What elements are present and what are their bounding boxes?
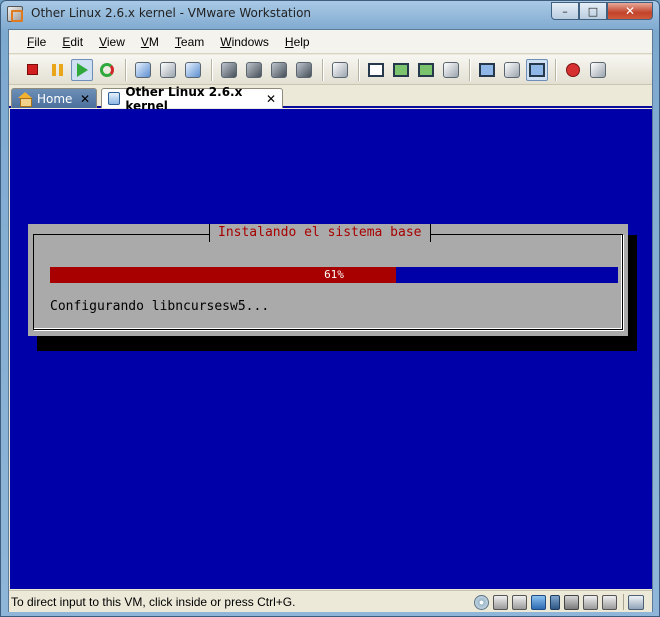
tab-home[interactable]: Home ✕ [11,88,97,108]
installer-dialog-frame: 61% Configurando libncursesw5... [33,234,623,330]
quick-switch-icon [418,62,434,77]
toolbar-separator [211,58,212,81]
toolbar [9,55,652,85]
usb-icon[interactable] [550,594,560,610]
reset-button[interactable] [96,59,118,81]
toolbar-separator [555,58,556,81]
maximize-button[interactable]: □ [579,2,607,20]
sound-icon[interactable] [564,594,579,610]
team-button[interactable] [218,59,240,81]
team-icon [221,61,237,78]
serial-port-icon[interactable] [602,594,617,610]
unity-icon [443,61,459,78]
toolbar-separator [358,58,359,81]
console-button[interactable] [329,59,351,81]
status-bar-text: To direct input to this VM, click inside… [11,594,296,609]
power-off-button[interactable] [21,59,43,81]
snapshot-icon [135,61,151,78]
full-screen-button[interactable] [390,59,412,81]
menu-edit[interactable]: Edit [54,35,91,49]
sidebar-icon [368,62,384,77]
console-view-icon [504,61,520,78]
pause-icon [51,63,63,76]
message-log-icon[interactable] [628,594,644,610]
toolbar-separator [125,58,126,81]
menu-bar: File Edit View VM Team Windows Help [9,30,652,54]
tab-home-label: Home [37,91,73,106]
suspend-button[interactable] [46,59,68,81]
revert-snapshot-icon [160,61,176,78]
take-snapshot-button[interactable] [132,59,154,81]
menu-help[interactable]: Help [277,35,318,49]
network-icon[interactable] [531,594,546,610]
clone-icon [246,61,262,78]
tab-home-close-icon[interactable]: ✕ [80,92,90,106]
quick-switch-button[interactable] [415,59,437,81]
appliance-view-icon [529,62,545,77]
floppy-icon[interactable] [512,594,527,610]
snapshot-manager-icon [185,61,201,78]
unity-button[interactable] [440,59,462,81]
play-icon [76,62,88,77]
toolbar-separator [469,58,470,81]
power-on-button[interactable] [71,58,93,81]
installer-status-text: Configurando libncursesw5... [50,299,270,314]
removable-devices-button[interactable] [293,59,315,81]
snapshot-manager-button[interactable] [182,59,204,81]
home-icon [18,92,32,107]
installer-progress-label: 61% [324,268,344,281]
hard-disk-icon[interactable] [493,594,508,610]
menu-view[interactable]: View [91,35,133,49]
menu-team[interactable]: Team [167,35,212,49]
vm-console-screen[interactable]: 61% Configurando libncursesw5... Instala… [10,109,652,589]
replay-icon [590,61,606,78]
tab-vm[interactable]: Other Linux 2.6.x kernel ✕ [101,85,283,113]
installer-progress-bar: 61% [50,267,618,283]
vmware-window: Other Linux 2.6.x kernel - VMware Workst… [0,0,660,617]
full-screen-icon [393,62,409,77]
menu-vm[interactable]: VM [133,35,167,49]
close-button[interactable]: ✕ [607,2,653,20]
summary-view-button[interactable] [476,59,498,81]
clone-button[interactable] [243,59,265,81]
record-icon [566,62,580,77]
revert-snapshot-button[interactable] [157,59,179,81]
minimize-button[interactable]: – [551,2,579,20]
window-title: Other Linux 2.6.x kernel - VMware Workst… [31,6,312,20]
menu-windows[interactable]: Windows [212,35,277,49]
printer-icon[interactable] [583,594,598,610]
installer-dialog: 61% Configurando libncursesw5... Instala… [28,224,628,336]
vm-settings-button[interactable] [268,59,290,81]
tab-bar: Home ✕ Other Linux 2.6.x kernel ✕ [9,85,652,113]
status-separator [623,594,624,610]
console-icon [332,61,348,78]
vm-icon [108,92,121,105]
title-bar[interactable]: Other Linux 2.6.x kernel - VMware Workst… [1,1,659,27]
removable-devices-icon [296,61,312,78]
vmware-app-icon[interactable] [7,6,23,22]
sidebar-button[interactable] [365,59,387,81]
menu-file[interactable]: File [19,35,54,49]
cdrom-icon[interactable] [474,594,489,610]
vm-settings-icon [271,61,287,78]
tab-vm-close-icon[interactable]: ✕ [266,92,276,106]
device-status-icons [470,594,644,610]
toolbar-separator [322,58,323,81]
summary-view-icon [479,62,495,77]
record-button[interactable] [562,59,584,81]
client-area: File Edit View VM Team Windows Help Home… [8,29,653,612]
stop-icon [26,64,38,75]
window-controls: – □ ✕ [551,2,653,20]
status-bar: To direct input to this VM, click inside… [9,590,652,612]
replay-button[interactable] [587,59,609,81]
reset-icon [100,62,114,77]
installer-dialog-title: Instalando el sistema base [209,224,431,242]
appliance-view-button[interactable] [526,58,548,81]
console-view-button[interactable] [501,59,523,81]
